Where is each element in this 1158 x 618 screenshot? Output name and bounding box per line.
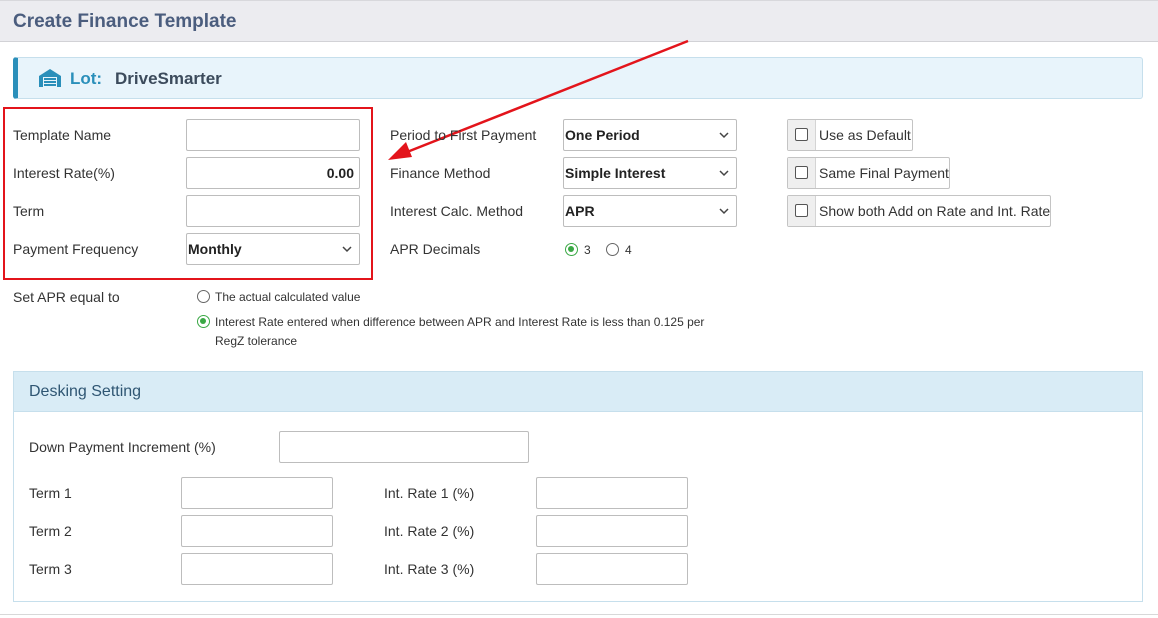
finance-method-select[interactable]: Simple Interest xyxy=(563,157,737,189)
period-first-payment-label: Period to First Payment xyxy=(390,127,537,143)
lot-value: DriveSmarter xyxy=(115,69,222,88)
chevron-down-icon xyxy=(719,170,729,177)
term-1-input[interactable] xyxy=(181,477,333,509)
term-3-label: Term 3 xyxy=(29,561,72,577)
term-2-input[interactable] xyxy=(181,515,333,547)
finance-method-value: Simple Interest xyxy=(565,165,666,181)
term-3-input[interactable] xyxy=(181,553,333,585)
use-default-label: Use as Default xyxy=(819,127,911,143)
page-title: Create Finance Template xyxy=(13,11,237,32)
int-rate-1-label: Int. Rate 1 (%) xyxy=(384,485,475,501)
int-rate-2-label: Int. Rate 2 (%) xyxy=(384,523,475,539)
chevron-down-icon xyxy=(719,208,729,215)
down-payment-input[interactable] xyxy=(279,431,529,463)
term-1-label: Term 1 xyxy=(29,485,72,501)
apr-decimals-option-4: 4 xyxy=(625,243,632,257)
term-2-label: Term 2 xyxy=(29,523,72,539)
use-default-checkbox[interactable]: Use as Default xyxy=(787,119,913,151)
interest-calc-method-value: APR xyxy=(565,203,595,219)
set-apr-radio-actual[interactable] xyxy=(197,290,210,303)
int-rate-3-input[interactable] xyxy=(536,553,688,585)
int-rate-3-label: Int. Rate 3 (%) xyxy=(384,561,475,577)
desking-header: Desking Setting xyxy=(14,372,1142,412)
show-both-rates-label: Show both Add on Rate and Int. Rate xyxy=(819,203,1051,219)
int-rate-2-input[interactable] xyxy=(536,515,688,547)
apr-decimals-radio-4[interactable] xyxy=(606,243,619,256)
chevron-down-icon xyxy=(719,132,729,139)
interest-calc-method-label: Interest Calc. Method xyxy=(390,203,524,219)
set-apr-label: Set APR equal to xyxy=(13,289,120,305)
period-first-payment-value: One Period xyxy=(565,127,640,143)
apr-decimals-option-3: 3 xyxy=(584,243,591,257)
set-apr-option-actual: The actual calculated value xyxy=(215,290,361,304)
checkbox-icon xyxy=(795,128,808,141)
period-first-payment-select[interactable]: One Period xyxy=(563,119,737,151)
same-final-payment-label: Same Final Payment xyxy=(819,165,949,181)
interest-calc-method-select[interactable]: APR xyxy=(563,195,737,227)
same-final-payment-checkbox[interactable]: Same Final Payment xyxy=(787,157,950,189)
finance-method-label: Finance Method xyxy=(390,165,491,181)
show-both-rates-checkbox[interactable]: Show both Add on Rate and Int. Rate xyxy=(787,195,1051,227)
set-apr-radio-interest[interactable] xyxy=(197,315,210,328)
int-rate-1-input[interactable] xyxy=(536,477,688,509)
set-apr-option-interest-line2: RegZ tolerance xyxy=(215,334,298,348)
set-apr-option-interest-line1: Interest Rate entered when difference be… xyxy=(215,315,705,329)
desking-title: Desking Setting xyxy=(29,383,142,400)
checkbox-icon xyxy=(795,204,808,217)
down-payment-label: Down Payment Increment (%) xyxy=(29,439,216,455)
lot-label: Lot: xyxy=(70,69,103,88)
divider xyxy=(0,614,1158,615)
garage-icon xyxy=(39,69,61,87)
highlight-box xyxy=(3,107,373,280)
apr-decimals-radio-3[interactable] xyxy=(565,243,578,256)
apr-decimals-label: APR Decimals xyxy=(390,241,481,257)
desking-panel: Desking Setting Down Payment Increment (… xyxy=(13,371,1143,602)
checkbox-icon xyxy=(795,166,808,179)
